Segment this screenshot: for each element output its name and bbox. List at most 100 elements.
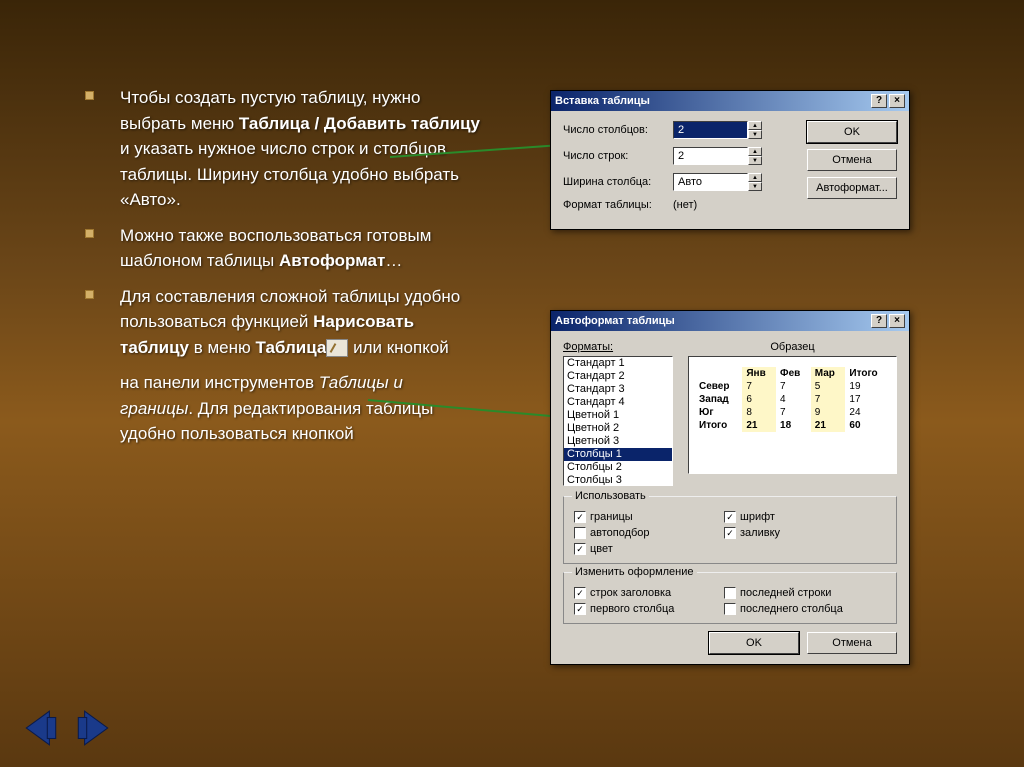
- format-item[interactable]: Цветной 3: [564, 435, 672, 448]
- help-button[interactable]: ?: [871, 314, 887, 328]
- checkbox-item[interactable]: последнего столбца: [724, 603, 844, 615]
- nav-next-button[interactable]: [72, 707, 114, 749]
- spin-down[interactable]: ▼: [748, 182, 762, 191]
- formats-listbox[interactable]: Стандарт 1Стандарт 2Стандарт 3Стандарт 4…: [563, 356, 673, 486]
- checkbox[interactable]: ✓: [724, 511, 736, 523]
- bullet-2: Можно также воспользоваться готовым шабл…: [85, 223, 480, 274]
- spin-down[interactable]: ▼: [748, 156, 762, 165]
- titlebar[interactable]: Вставка таблицы ? ×: [551, 91, 909, 111]
- text: …: [385, 251, 402, 270]
- text: или кнопкой: [348, 338, 448, 357]
- columns-input[interactable]: [673, 121, 748, 139]
- checkbox[interactable]: ✓: [574, 511, 586, 523]
- cell: 18: [776, 419, 811, 432]
- row-width: Ширина столбца: ▲▼: [563, 173, 773, 191]
- checkbox[interactable]: ✓: [574, 603, 586, 615]
- format-item[interactable]: Цветной 2: [564, 422, 672, 435]
- label: Формат таблицы:: [563, 199, 673, 211]
- spin-up[interactable]: ▲: [748, 121, 762, 130]
- checkbox-label: цвет: [590, 543, 613, 555]
- checkbox-label: автоподбор: [590, 527, 650, 539]
- cell: 9: [811, 406, 846, 419]
- bullet-1: Чтобы создать пустую таблицу, нужно выбр…: [85, 85, 480, 213]
- checkbox[interactable]: [724, 587, 736, 599]
- dialog-title: Автоформат таблицы: [555, 315, 869, 327]
- cell: 21: [811, 419, 846, 432]
- bullet-marker: [85, 290, 94, 299]
- label: Ширина столбца:: [563, 176, 673, 188]
- dialog-body: Число столбцов: ▲▼ Число строк: ▲▼ Ширин…: [551, 111, 909, 229]
- checkbox-item[interactable]: ✓ шрифт: [724, 511, 844, 523]
- formats-section: Форматы: Стандарт 1Стандарт 2Стандарт 3С…: [563, 341, 673, 486]
- bullet-3: Для составления сложной таблицы удобно п…: [85, 284, 480, 361]
- checkbox[interactable]: [724, 603, 736, 615]
- cell: Север: [695, 380, 742, 393]
- checkbox[interactable]: ✓: [724, 527, 736, 539]
- format-item[interactable]: Столбцы 3: [564, 474, 672, 486]
- header-cell: Мар: [811, 367, 846, 380]
- close-button[interactable]: ×: [889, 314, 905, 328]
- checkbox-item[interactable]: ✓границы: [574, 511, 694, 523]
- text-bold: Таблица / Добавить таблицу: [239, 114, 480, 133]
- preview-section: Образец ЯнвФевМарИтогоСевер77519Запад647…: [688, 341, 897, 486]
- header-cell: Янв: [742, 367, 776, 380]
- checkbox-item[interactable]: автоподбор: [574, 527, 694, 539]
- checkbox-label: последней строки: [740, 587, 831, 599]
- cancel-button[interactable]: Отмена: [807, 632, 897, 654]
- ok-button[interactable]: OK: [709, 632, 799, 654]
- insert-table-dialog: Вставка таблицы ? × Число столбцов: ▲▼ Ч…: [550, 90, 910, 230]
- cell: 60: [845, 419, 890, 432]
- dialog-title: Вставка таблицы: [555, 95, 869, 107]
- slide-text: Чтобы создать пустую таблицу, нужно выбр…: [85, 85, 480, 447]
- nav-prev-button[interactable]: [20, 707, 62, 749]
- checkbox-item[interactable]: ✓строк заголовка: [574, 587, 694, 599]
- format-value: (нет): [673, 199, 697, 211]
- cell: 4: [776, 393, 811, 406]
- cell: 7: [776, 380, 811, 393]
- cell: 19: [845, 380, 890, 393]
- checkbox[interactable]: ✓: [574, 587, 586, 599]
- cell: 7: [742, 380, 776, 393]
- checkbox-item[interactable]: ✓заливку: [724, 527, 844, 539]
- format-item[interactable]: Столбцы 1: [564, 448, 672, 461]
- checkbox-item[interactable]: ✓первого столбца: [574, 603, 694, 615]
- spin-down[interactable]: ▼: [748, 130, 762, 139]
- checkbox[interactable]: [574, 527, 586, 539]
- cell: Итого: [695, 419, 742, 432]
- cancel-button[interactable]: Отмена: [807, 149, 897, 171]
- checkbox[interactable]: ✓: [574, 543, 586, 555]
- checkbox-label: последнего столбца: [740, 603, 843, 615]
- checkbox-label: шрифт: [740, 511, 775, 523]
- format-item[interactable]: Цветной 1: [564, 409, 672, 422]
- cell: 24: [845, 406, 890, 419]
- row-rows: Число строк: ▲▼: [563, 147, 773, 165]
- format-item[interactable]: Стандарт 3: [564, 383, 672, 396]
- ok-button[interactable]: OK: [807, 121, 897, 143]
- format-item[interactable]: Стандарт 1: [564, 357, 672, 370]
- use-groupbox: Использовать ✓границы✓шрифтавтоподбор✓за…: [563, 496, 897, 564]
- checkbox-item[interactable]: ✓ цвет: [574, 543, 694, 555]
- format-item[interactable]: Столбцы 2: [564, 461, 672, 474]
- checkbox-item[interactable]: последней строки: [724, 587, 844, 599]
- autoformat-button[interactable]: Автоформат...: [807, 177, 897, 199]
- text-bold: Автоформат: [279, 251, 385, 270]
- rows-input[interactable]: [673, 147, 748, 165]
- text: в меню: [189, 338, 255, 357]
- bullet-marker: [85, 229, 94, 238]
- width-input[interactable]: [673, 173, 748, 191]
- help-button[interactable]: ?: [871, 94, 887, 108]
- apply-groupbox: Изменить оформление ✓строк заголовкапосл…: [563, 572, 897, 624]
- preview-table: ЯнвФевМарИтогоСевер77519Запад64717Юг8792…: [695, 367, 890, 432]
- format-item[interactable]: Стандарт 4: [564, 396, 672, 409]
- close-button[interactable]: ×: [889, 94, 905, 108]
- row-columns: Число столбцов: ▲▼: [563, 121, 773, 139]
- spin-up[interactable]: ▲: [748, 147, 762, 156]
- spin-up[interactable]: ▲: [748, 173, 762, 182]
- format-item[interactable]: Стандарт 2: [564, 370, 672, 383]
- titlebar[interactable]: Автоформат таблицы ? ×: [551, 311, 909, 331]
- preview-box: ЯнвФевМарИтогоСевер77519Запад64717Юг8792…: [688, 356, 897, 474]
- bullet-marker: [85, 91, 94, 100]
- groupbox-title: Использовать: [572, 490, 649, 502]
- text: и указать нужное число строк и столбцов …: [120, 139, 459, 209]
- header-cell: Итого: [845, 367, 890, 380]
